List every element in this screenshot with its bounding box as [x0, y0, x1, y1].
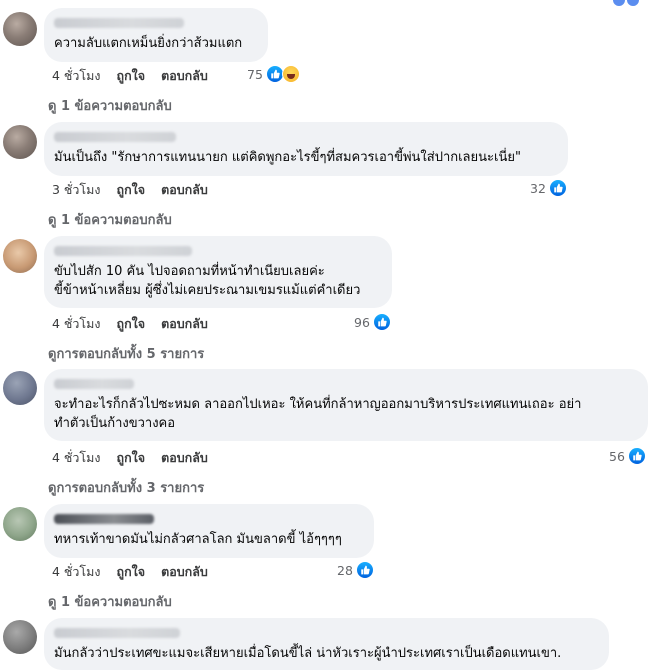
haha-icon — [281, 65, 300, 83]
author-name-blurred[interactable] — [54, 514, 154, 524]
comment-text: ขับไปสัก 10 คัน ไปจอดถามที่หน้าทำเนียบเล… — [54, 264, 361, 298]
like-button[interactable]: ถูกใจ — [117, 448, 146, 468]
avatar[interactable] — [3, 371, 37, 405]
comment-text: ความลับแตกเหม็นยิ่งกว่าส้วมแตก — [54, 36, 243, 51]
reaction-summary[interactable]: 96 — [354, 313, 391, 331]
comment-bubble: ความลับแตกเหม็นยิ่งกว่าส้วมแตก — [44, 8, 268, 62]
author-name-blurred[interactable] — [54, 246, 192, 256]
avatar[interactable] — [3, 125, 37, 159]
reply-button[interactable]: ตอบกลับ — [161, 448, 208, 468]
like-icon — [627, 447, 646, 465]
comment-time[interactable]: 4 ชั่วโมง — [52, 448, 101, 468]
comment-time[interactable]: 3 ชั่วโมง — [52, 180, 101, 200]
author-name-blurred[interactable] — [54, 132, 176, 142]
author-name-blurred[interactable] — [54, 18, 184, 28]
reaction-summary[interactable]: 56 — [609, 447, 646, 465]
reaction-summary[interactable]: 32 — [530, 179, 567, 197]
avatar[interactable] — [3, 12, 37, 46]
like-icon — [548, 179, 567, 197]
like-icon — [355, 561, 374, 579]
comment-actions: 4 ชั่วโมง ถูกใจ ตอบกลับ — [52, 314, 208, 334]
reaction-summary[interactable]: 75 — [247, 65, 300, 83]
comment-bubble: มันกลัวว่าประเทศขะแมจะเสียหายเมื่อโดนขี้… — [44, 618, 609, 670]
comment-bubble: จะทำอะไรก็กลัวไปซะหมด ลาออกไปเหอะ ให้คนท… — [44, 369, 648, 441]
comment-actions: 4 ชั่วโมง ถูกใจ ตอบกลับ — [52, 562, 208, 582]
avatar[interactable] — [3, 239, 37, 273]
comment-time[interactable]: 4 ชั่วโมง — [52, 314, 101, 334]
view-replies-link[interactable]: ดู 1 ข้อความตอบกลับ — [48, 95, 172, 116]
comment-text: ทหารเท้าขาดมันไม่กลัวศาลโลก มันขลาดขี้ ไ… — [54, 532, 342, 547]
comment-time[interactable]: 4 ชั่วโมง — [52, 562, 101, 582]
comment-bubble: ทหารเท้าขาดมันไม่กลัวศาลโลก มันขลาดขี้ ไ… — [44, 504, 374, 558]
comment-text: มันกลัวว่าประเทศขะแมจะเสียหายเมื่อโดนขี้… — [54, 646, 562, 661]
like-button[interactable]: ถูกใจ — [117, 180, 146, 200]
author-name-blurred[interactable] — [54, 379, 134, 389]
view-replies-link[interactable]: ดูการตอบกลับทั้ง 5 รายการ — [48, 343, 204, 364]
view-replies-link[interactable]: ดู 1 ข้อความตอบกลับ — [48, 209, 172, 230]
view-replies-link[interactable]: ดูการตอบกลับทั้ง 3 รายการ — [48, 477, 204, 498]
like-button[interactable]: ถูกใจ — [117, 562, 146, 582]
reaction-summary[interactable]: 28 — [337, 561, 374, 579]
reaction-count: 28 — [337, 562, 353, 578]
author-name-blurred[interactable] — [54, 628, 180, 638]
reaction-count: 32 — [530, 180, 546, 196]
reaction-count: 75 — [247, 66, 263, 82]
comment-bubble: มันเป็นถึง "รักษาการแทนนายก แต่คิดพูกอะไ… — [44, 122, 568, 176]
view-replies-link[interactable]: ดู 1 ข้อความตอบกลับ — [48, 591, 172, 612]
reaction-count: 56 — [609, 448, 625, 464]
comment-actions: 4 ชั่วโมง ถูกใจ ตอบกลับ — [52, 66, 208, 86]
avatar[interactable] — [3, 620, 37, 654]
top-reaction-icons — [613, 0, 639, 6]
like-button[interactable]: ถูกใจ — [117, 314, 146, 334]
reply-button[interactable]: ตอบกลับ — [161, 562, 208, 582]
comment-time[interactable]: 4 ชั่วโมง — [52, 66, 101, 86]
reply-button[interactable]: ตอบกลับ — [161, 66, 208, 86]
reaction-count: 96 — [354, 314, 370, 330]
reply-button[interactable]: ตอบกลับ — [161, 314, 208, 334]
comment-actions: 3 ชั่วโมง ถูกใจ ตอบกลับ — [52, 180, 208, 200]
avatar[interactable] — [3, 507, 37, 541]
comment-bubble: ขับไปสัก 10 คัน ไปจอดถามที่หน้าทำเนียบเล… — [44, 236, 392, 308]
like-button[interactable]: ถูกใจ — [117, 66, 146, 86]
reply-button[interactable]: ตอบกลับ — [161, 180, 208, 200]
comment-text: มันเป็นถึง "รักษาการแทนนายก แต่คิดพูกอะไ… — [54, 150, 521, 165]
comment-actions: 4 ชั่วโมง ถูกใจ ตอบกลับ — [52, 448, 208, 468]
like-icon — [372, 313, 391, 331]
comment-text: จะทำอะไรก็กลัวไปซะหมด ลาออกไปเหอะ ให้คนท… — [54, 397, 582, 431]
